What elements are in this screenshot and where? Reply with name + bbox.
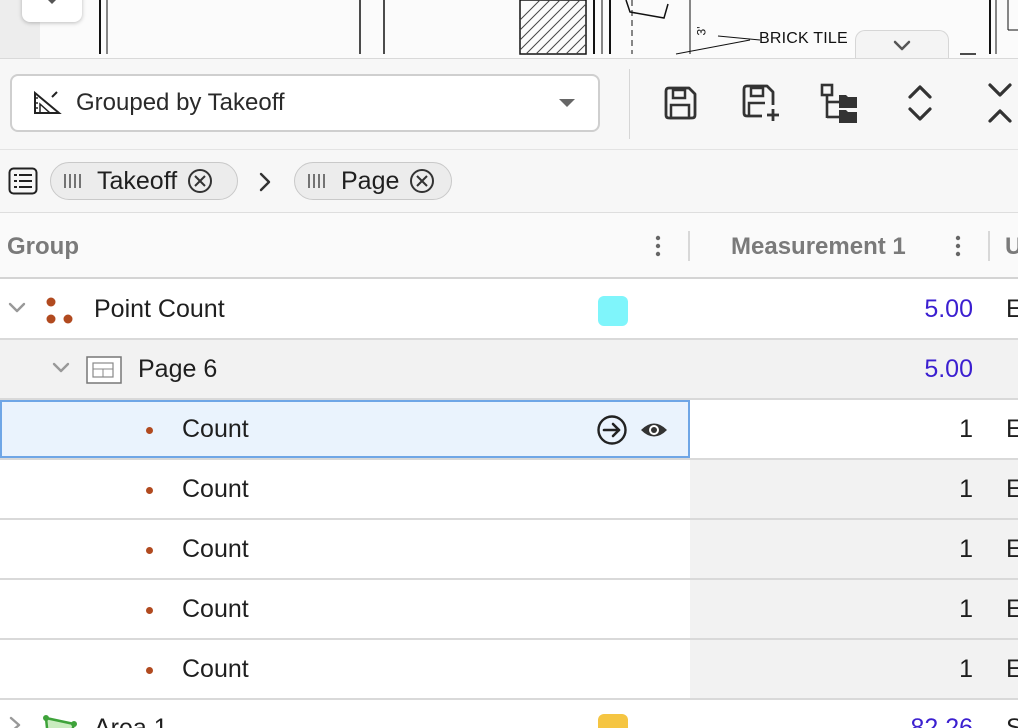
takeoff-toolbar: Grouped by Takeoff bbox=[0, 58, 1018, 150]
chevron-down-icon bbox=[559, 99, 575, 107]
toolbar-divider bbox=[629, 69, 630, 139]
color-swatch[interactable] bbox=[598, 714, 628, 728]
unit-value: E bbox=[1006, 655, 1018, 683]
chevron-right-icon[interactable] bbox=[8, 716, 22, 728]
grouping-select-label: Grouped by Takeoff bbox=[76, 89, 285, 116]
table-row-count[interactable]: Count 1 E bbox=[0, 460, 1018, 520]
chevron-down-icon bbox=[48, 0, 56, 4]
point-count-icon bbox=[46, 297, 73, 324]
chevron-down-icon bbox=[893, 40, 911, 50]
takeoff-ruler-icon bbox=[34, 90, 62, 114]
group-hierarchy-icon bbox=[820, 83, 857, 123]
list-settings-icon[interactable] bbox=[8, 167, 38, 195]
chip-takeoff[interactable]: Takeoff bbox=[50, 162, 238, 200]
group-hierarchy-button[interactable] bbox=[818, 81, 862, 125]
table-header: Group Measurement 1 U bbox=[0, 213, 1018, 279]
area-polygon-icon bbox=[43, 715, 77, 728]
unit-value: S bbox=[1006, 714, 1018, 728]
collapse-all-icon bbox=[988, 83, 1012, 123]
drawing-annotation-label: BRICK TILE bbox=[759, 30, 848, 47]
grouping-select[interactable]: Grouped by Takeoff bbox=[10, 74, 600, 132]
row-selection-highlight bbox=[0, 400, 690, 458]
column-header-unit[interactable]: U bbox=[1005, 233, 1018, 261]
unit-value: E bbox=[1006, 475, 1018, 503]
table-row-point-count[interactable]: Point Count 5.00 E bbox=[0, 280, 1018, 340]
measurement-value: 5.00 bbox=[924, 295, 973, 323]
expand-all-button[interactable] bbox=[898, 81, 942, 125]
table-row-count[interactable]: Count 1 E bbox=[0, 520, 1018, 580]
color-swatch[interactable] bbox=[598, 296, 628, 326]
row-label: Count bbox=[182, 535, 249, 563]
unit-value: E bbox=[1006, 595, 1018, 623]
column-resize-handle[interactable] bbox=[988, 231, 990, 261]
row-label: Count bbox=[182, 655, 249, 683]
column-resize-handle[interactable] bbox=[688, 231, 690, 261]
collapse-all-button[interactable] bbox=[978, 81, 1018, 125]
close-circle-icon[interactable] bbox=[187, 168, 213, 194]
count-point-icon bbox=[146, 547, 153, 554]
row-label: Area 1 bbox=[94, 714, 168, 728]
drawing-canvas[interactable]: 3' BRICK TILE bbox=[0, 0, 1018, 58]
drawing-dimension-label: 3' bbox=[694, 26, 709, 36]
count-point-icon bbox=[146, 667, 153, 674]
go-to-arrow-icon[interactable] bbox=[596, 414, 628, 446]
collapse-panel-tab[interactable] bbox=[855, 30, 949, 58]
table-row-count[interactable]: Count 1 E bbox=[0, 640, 1018, 700]
row-label: Page 6 bbox=[138, 355, 218, 383]
row-label: Point Count bbox=[94, 295, 225, 323]
column-menu-icon[interactable] bbox=[955, 235, 961, 257]
count-point-icon bbox=[146, 607, 153, 614]
row-label: Count bbox=[182, 475, 249, 503]
chevron-right-icon bbox=[259, 172, 271, 192]
column-header-measurement-1[interactable]: Measurement 1 bbox=[731, 233, 906, 261]
column-menu-icon[interactable] bbox=[655, 235, 661, 257]
count-point-icon bbox=[146, 487, 153, 494]
chip-label: Page bbox=[341, 166, 400, 195]
count-point-icon bbox=[146, 427, 153, 434]
measurement-value: 1 bbox=[959, 595, 973, 623]
chevron-down-icon[interactable] bbox=[8, 302, 26, 314]
table-row-count[interactable]: Count 1 E bbox=[0, 580, 1018, 640]
drag-handle-icon[interactable] bbox=[307, 173, 329, 189]
measurement-value: 1 bbox=[959, 475, 973, 503]
measurement-value: 5.00 bbox=[924, 355, 973, 383]
unit-value: E bbox=[1006, 295, 1018, 323]
close-circle-icon[interactable] bbox=[409, 168, 435, 194]
page-sheet-icon bbox=[86, 356, 122, 384]
chip-page[interactable]: Page bbox=[294, 162, 452, 200]
expand-all-icon bbox=[908, 85, 932, 121]
unit-value: E bbox=[1006, 415, 1018, 443]
save-as-button[interactable] bbox=[740, 81, 784, 125]
save-as-icon bbox=[742, 84, 779, 121]
chevron-down-icon[interactable] bbox=[52, 362, 70, 374]
map-control-button[interactable] bbox=[22, 0, 82, 22]
measurement-value: 1 bbox=[959, 655, 973, 683]
row-label: Count bbox=[182, 415, 249, 443]
table-row-count[interactable]: Count 1 E bbox=[0, 400, 1018, 460]
table-row-area-1[interactable]: Area 1 82.26 S bbox=[0, 700, 1018, 728]
measurement-value: 1 bbox=[959, 535, 973, 563]
unit-value: E bbox=[1006, 535, 1018, 563]
measurement-value: 1 bbox=[959, 415, 973, 443]
grouping-chip-bar: Takeoff Page bbox=[0, 150, 1018, 213]
eye-icon[interactable] bbox=[640, 420, 668, 440]
save-button[interactable] bbox=[658, 81, 702, 125]
table-row-page-6[interactable]: Page 6 5.00 bbox=[0, 340, 1018, 400]
chip-label: Takeoff bbox=[97, 166, 178, 195]
measurement-value: 82.26 bbox=[910, 714, 973, 728]
column-header-group[interactable]: Group bbox=[7, 233, 79, 261]
save-icon bbox=[664, 86, 697, 120]
drag-handle-icon[interactable] bbox=[63, 173, 85, 189]
row-label: Count bbox=[182, 595, 249, 623]
